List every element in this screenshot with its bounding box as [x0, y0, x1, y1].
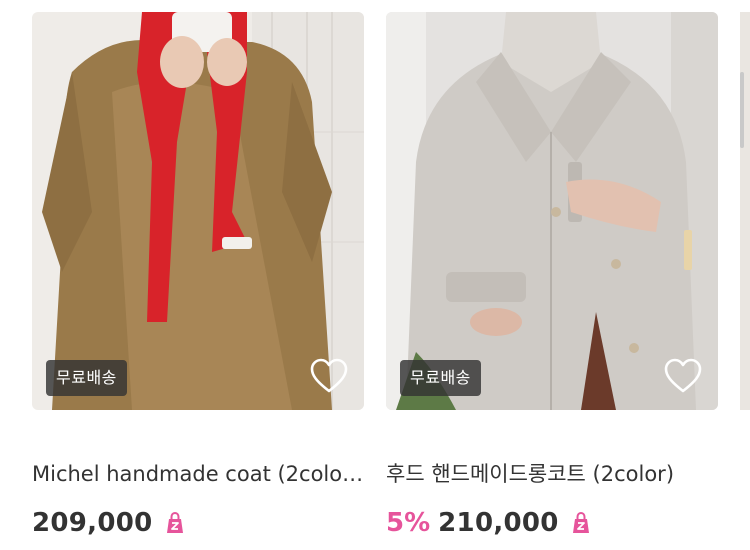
shopping-bag-icon[interactable] [163, 511, 187, 535]
product-photo-grey-coat [386, 12, 718, 410]
seller-name[interactable] [386, 440, 718, 452]
price-row: 209,000 [32, 506, 187, 540]
product-name[interactable]: 후드 핸드메이드롱코트 (2color) [386, 460, 718, 488]
product-name[interactable]: Michel handmade coat (2color)(… [32, 460, 364, 488]
price: 210,000 [438, 508, 559, 538]
discount-rate: 5% [386, 508, 431, 538]
product-card[interactable]: 무료배송 후드 핸드메이드롱코트 (2color) 5% 210,000 [386, 12, 718, 538]
seller-name[interactable] [32, 440, 364, 452]
scrollbar[interactable] [740, 72, 744, 148]
product-photo-camel-coat [32, 12, 364, 410]
heart-outline-icon[interactable] [310, 358, 348, 394]
product-image[interactable]: 무료배송 [32, 12, 364, 410]
price: 209,000 [32, 508, 153, 538]
heart-outline-icon[interactable] [664, 358, 702, 394]
free-shipping-badge: 무료배송 [46, 360, 127, 396]
product-card[interactable]: 무료배송 Michel handmade coat (2color)(… 209… [32, 12, 364, 538]
price-row: 5% 210,000 [386, 506, 593, 540]
product-image[interactable]: 무료배송 [386, 12, 718, 410]
free-shipping-badge: 무료배송 [400, 360, 481, 396]
shopping-bag-icon[interactable] [569, 511, 593, 535]
